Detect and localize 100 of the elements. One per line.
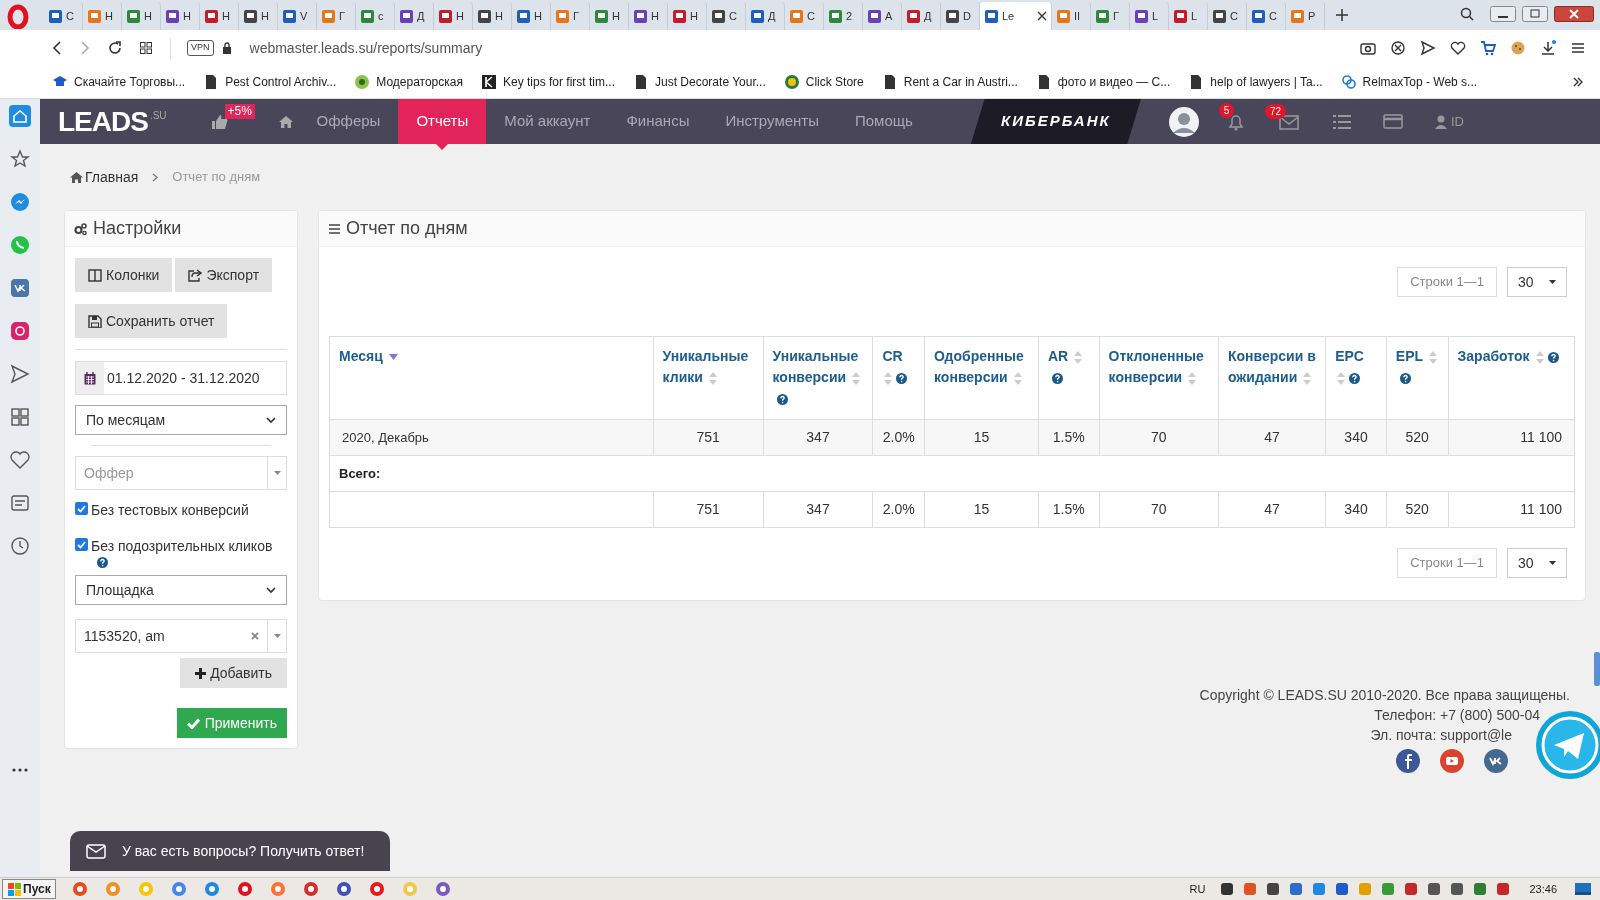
close-icon[interactable] [1554, 6, 1594, 22]
url-field[interactable]: webmaster.leads.su/reports/summary [249, 37, 483, 59]
app-icon[interactable] [170, 881, 187, 897]
bookmark[interactable]: Скачайте Торговы... [52, 73, 186, 91]
bookmark[interactable]: Click Store [783, 73, 864, 91]
list-icon[interactable] [1332, 114, 1351, 129]
toolbar-button[interactable]: Колонки [75, 258, 173, 292]
show-desktop-icon[interactable] [1574, 882, 1592, 896]
clock-time[interactable]: 23:46 [1529, 880, 1557, 898]
star-icon[interactable] [9, 148, 31, 170]
ad-banner[interactable]: КИБЕРБАНК [970, 99, 1141, 144]
app-icon[interactable] [335, 881, 352, 897]
table-cell: 47 [1264, 429, 1280, 445]
avatar-icon[interactable] [1168, 106, 1199, 137]
bookmark[interactable]: Just Decorate Your... [633, 73, 766, 91]
heart-icon[interactable] [1450, 40, 1466, 56]
tray-icon[interactable] [1266, 882, 1281, 896]
toolbar-button[interactable]: Экспорт [175, 258, 273, 292]
toolbar-button[interactable]: Сохранить отчет [75, 304, 228, 338]
home-icon[interactable] [278, 115, 293, 128]
app-icon[interactable] [71, 881, 88, 897]
chat-bubble-icon[interactable] [9, 191, 31, 213]
menu-icon[interactable] [1570, 40, 1586, 56]
cart-icon[interactable] [1480, 40, 1496, 56]
source-select[interactable]: Площадка [75, 575, 287, 605]
send-icon[interactable] [1420, 40, 1436, 56]
chevrons-icon[interactable] [1572, 76, 1584, 88]
source-value-select[interactable]: 1153520, am [75, 619, 287, 653]
youtube-icon[interactable] [1440, 749, 1464, 773]
minimize-icon[interactable] [1490, 6, 1516, 22]
nav-tab[interactable]: Инструменты [707, 99, 837, 144]
cookie-icon[interactable] [1510, 40, 1526, 56]
vk-icon[interactable] [9, 277, 31, 299]
block-icon[interactable] [1390, 40, 1406, 56]
date-range-field[interactable]: 01.12.2020 - 31.12.2020 [75, 361, 287, 395]
page-size-select[interactable]: 30 [1507, 548, 1567, 578]
chat-prompt[interactable]: У вас есть вопросы? Получить ответ! [70, 831, 390, 871]
scrollbar-icon[interactable] [1594, 652, 1600, 686]
chevron-down-icon [266, 586, 276, 594]
notification-count: 5 [1218, 102, 1234, 118]
app-icon[interactable] [203, 881, 220, 897]
tray-icon[interactable] [1220, 882, 1235, 896]
close-icon[interactable] [1037, 11, 1047, 21]
back-icon[interactable] [52, 41, 62, 55]
tray-icon[interactable] [1450, 882, 1465, 896]
camera-icon[interactable] [1360, 40, 1376, 56]
facebook-icon[interactable] [1396, 749, 1420, 773]
download-icon[interactable] [1540, 40, 1556, 56]
nav-tab[interactable]: Финансы [608, 99, 708, 144]
tray-icon[interactable] [1496, 882, 1511, 896]
plus-icon[interactable] [1335, 8, 1349, 22]
vk-icon[interactable] [1484, 749, 1508, 773]
nav-tab[interactable]: Помощь [836, 99, 931, 144]
checkbox[interactable] [75, 502, 88, 515]
app-icon[interactable] [368, 881, 385, 897]
pagination-button[interactable]: Строки 1—1 [1397, 267, 1497, 297]
opera-icon[interactable] [6, 3, 30, 29]
bookmark[interactable]: Модераторская [354, 73, 463, 91]
home-icon[interactable] [9, 105, 31, 127]
clock-icon[interactable] [9, 535, 31, 557]
page-icon [633, 74, 649, 90]
app-icon[interactable] [434, 881, 451, 897]
grouping-select[interactable]: По месяцам [75, 405, 287, 435]
bookmark[interactable]: Rent a Car in Austri... [881, 73, 1018, 91]
send-icon[interactable] [9, 363, 31, 385]
app-icon[interactable] [236, 881, 253, 897]
restore-icon[interactable] [1522, 6, 1548, 22]
language-indicator[interactable]: RU [1189, 880, 1206, 898]
bookmark[interactable]: RelmaxTop - Web s... [1340, 73, 1478, 91]
tray-icon[interactable] [1335, 882, 1350, 896]
browser-tab[interactable]: Le [980, 2, 1052, 30]
card-icon[interactable] [1382, 114, 1403, 129]
news-icon[interactable] [9, 492, 31, 514]
pagination-button[interactable]: Строки 1—1 [1397, 548, 1497, 578]
reload-icon[interactable] [108, 41, 122, 55]
mail-icon[interactable] [1278, 113, 1299, 130]
bookmark[interactable]: фото и видео — С... [1035, 73, 1171, 91]
thumbs-up-icon[interactable] [210, 113, 229, 130]
user-icon[interactable] [1434, 114, 1447, 129]
vpn-badge[interactable]: VPN [187, 40, 214, 56]
bookmark[interactable]: help of lawyers | Ta... [1188, 73, 1323, 91]
bell-icon[interactable] [1226, 112, 1245, 131]
heart-icon[interactable] [9, 449, 31, 471]
grid-icon[interactable] [140, 42, 152, 54]
add-button[interactable]: Добавить [180, 658, 287, 688]
checkbox[interactable] [75, 538, 88, 551]
tray-icon[interactable] [1404, 882, 1419, 896]
tray-icon[interactable] [1427, 882, 1442, 896]
more-icon[interactable] [12, 768, 28, 772]
total-label: Всего: [339, 466, 381, 481]
start-button[interactable]: Пуск [2, 879, 56, 899]
search-icon[interactable] [1460, 7, 1474, 21]
breadcrumb-link[interactable]: Главная [70, 166, 139, 188]
bookmark[interactable]: Pest Control Archiv... [203, 73, 337, 91]
app-icon[interactable] [302, 881, 319, 897]
nav-tab[interactable]: Мой аккаунт [486, 99, 609, 144]
page-size-select[interactable]: 30 [1507, 267, 1567, 297]
clear-icon[interactable] [251, 632, 259, 640]
bookmark[interactable]: Key tips for first tim... [481, 73, 615, 91]
nav-tab[interactable]: Офферы [298, 99, 399, 144]
